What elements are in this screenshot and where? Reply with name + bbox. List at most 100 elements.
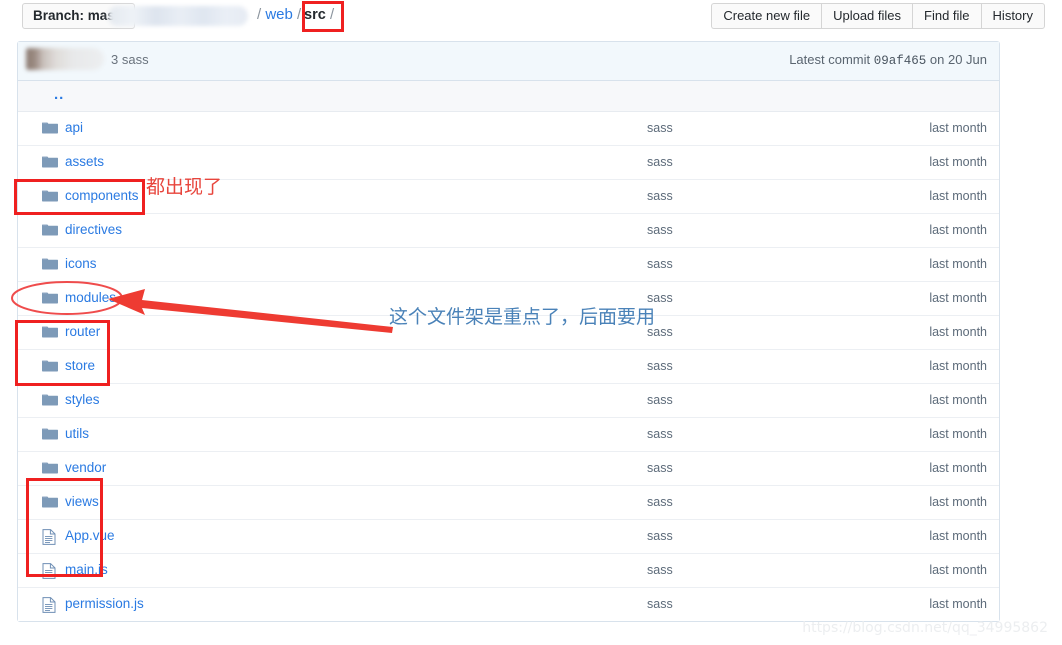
repo-file-browser: Branch: mast / web / src / Create new fi… — [0, 0, 1062, 645]
file-name-link[interactable]: icons — [65, 256, 97, 271]
last-modified-cell: last month — [929, 291, 987, 305]
breadcrumb-separator-2: / — [297, 6, 302, 23]
table-row[interactable]: utils sass last month — [18, 418, 999, 452]
commit-message-cell[interactable]: sass — [647, 257, 673, 271]
folder-icon — [42, 121, 58, 135]
table-row[interactable]: directives sass last month — [18, 214, 999, 248]
folder-icon — [42, 461, 58, 475]
breadcrumb-separator-1: / — [257, 6, 262, 23]
folder-icon — [42, 189, 58, 203]
file-icon — [42, 529, 58, 545]
last-modified-cell: last month — [929, 529, 987, 543]
last-modified-cell: last month — [929, 189, 987, 203]
branch-label: Branch: mast — [33, 8, 120, 23]
commit-message-cell[interactable]: sass — [647, 495, 673, 509]
table-row[interactable]: store sass last month — [18, 350, 999, 384]
commit-date: on 20 Jun — [929, 52, 987, 67]
folder-icon — [42, 427, 58, 441]
commit-message-cell[interactable]: sass — [647, 223, 673, 237]
commit-message[interactable]: 3 sass — [111, 52, 149, 67]
file-name-link[interactable]: assets — [65, 154, 104, 169]
latest-commit-info: Latest commit 09af465 on 20 Jun — [789, 52, 987, 68]
file-name-link[interactable]: store — [65, 358, 95, 373]
folder-icon — [42, 393, 58, 407]
file-name-link[interactable]: components — [65, 188, 139, 203]
redacted-repo-path — [108, 6, 248, 26]
history-button[interactable]: History — [980, 3, 1045, 29]
create-new-file-button[interactable]: Create new file — [711, 3, 822, 29]
file-icon — [42, 563, 58, 579]
commit-message-cell[interactable]: sass — [647, 121, 673, 135]
folder-icon — [42, 257, 58, 271]
table-row[interactable]: api sass last month — [18, 112, 999, 146]
commit-message-cell[interactable]: sass — [647, 597, 673, 611]
folder-icon — [42, 223, 58, 237]
latest-commit-bar: 3 sass Latest commit 09af465 on 20 Jun — [18, 42, 999, 81]
table-row[interactable]: router sass last month — [18, 316, 999, 350]
file-name-link[interactable]: styles — [65, 392, 100, 407]
find-file-button[interactable]: Find file — [912, 3, 981, 29]
toolbar-button-group: Create new file Upload files Find file H… — [711, 3, 1045, 29]
commit-message-cell[interactable]: sass — [647, 563, 673, 577]
commit-message-cell[interactable]: sass — [647, 189, 673, 203]
commit-message-cell[interactable]: sass — [647, 155, 673, 169]
last-modified-cell: last month — [929, 223, 987, 237]
file-icon — [42, 597, 58, 613]
table-row[interactable]: modules sass last month — [18, 282, 999, 316]
table-row[interactable]: vendor sass last month — [18, 452, 999, 486]
folder-icon — [42, 291, 58, 305]
file-name-link[interactable]: main.js — [65, 562, 108, 577]
table-row[interactable]: styles sass last month — [18, 384, 999, 418]
file-name-link[interactable]: router — [65, 324, 100, 339]
last-modified-cell: last month — [929, 325, 987, 339]
commit-message-cell[interactable]: sass — [647, 325, 673, 339]
latest-commit-prefix: Latest commit — [789, 52, 871, 67]
table-row[interactable]: assets sass last month — [18, 146, 999, 180]
parent-directory-row[interactable]: .. — [18, 81, 999, 112]
table-row[interactable]: permission.js sass last month — [18, 588, 999, 621]
file-name-link[interactable]: App.vue — [65, 528, 115, 543]
file-name-link[interactable]: views — [65, 494, 99, 509]
last-modified-cell: last month — [929, 495, 987, 509]
breadcrumb-current-segment: src / — [304, 6, 334, 23]
last-modified-cell: last month — [929, 359, 987, 373]
table-row[interactable]: icons sass last month — [18, 248, 999, 282]
last-modified-cell: last month — [929, 427, 987, 441]
folder-icon — [42, 325, 58, 339]
table-row[interactable]: views sass last month — [18, 486, 999, 520]
table-row[interactable]: main.js sass last month — [18, 554, 999, 588]
last-modified-cell: last month — [929, 121, 987, 135]
last-modified-cell: last month — [929, 563, 987, 577]
file-name-link[interactable]: permission.js — [65, 596, 144, 611]
breadcrumb-label-src: src — [304, 7, 326, 23]
parent-directory-label[interactable]: .. — [54, 86, 64, 103]
breadcrumb-link-web[interactable]: web — [265, 6, 293, 23]
file-name-link[interactable]: vendor — [65, 460, 106, 475]
file-name-link[interactable]: modules — [65, 290, 116, 305]
commit-message-cell[interactable]: sass — [647, 427, 673, 441]
avatar — [26, 48, 104, 70]
folder-icon — [42, 495, 58, 509]
table-row[interactable]: App.vue sass last month — [18, 520, 999, 554]
commit-message-cell[interactable]: sass — [647, 359, 673, 373]
watermark: https://blog.csdn.net/qq_34995862 — [802, 620, 1048, 636]
last-modified-cell: last month — [929, 597, 987, 611]
commit-message-cell[interactable]: sass — [647, 529, 673, 543]
commit-message-cell[interactable]: sass — [647, 291, 673, 305]
last-modified-cell: last month — [929, 461, 987, 475]
breadcrumb: / web / — [257, 6, 301, 23]
table-row[interactable]: components sass last month — [18, 180, 999, 214]
commit-message-cell[interactable]: sass — [647, 393, 673, 407]
file-rows-container: api sass last month assets sass last month com… — [18, 112, 999, 621]
last-modified-cell: last month — [929, 155, 987, 169]
folder-icon — [42, 155, 58, 169]
commit-message-cell[interactable]: sass — [647, 461, 673, 475]
file-name-link[interactable]: utils — [65, 426, 89, 441]
file-name-link[interactable]: api — [65, 120, 83, 135]
upload-files-button[interactable]: Upload files — [821, 3, 913, 29]
last-modified-cell: last month — [929, 393, 987, 407]
commit-sha[interactable]: 09af465 — [874, 54, 927, 68]
folder-icon — [42, 359, 58, 373]
file-name-link[interactable]: directives — [65, 222, 122, 237]
file-list-panel: 3 sass Latest commit 09af465 on 20 Jun .… — [17, 41, 1000, 622]
